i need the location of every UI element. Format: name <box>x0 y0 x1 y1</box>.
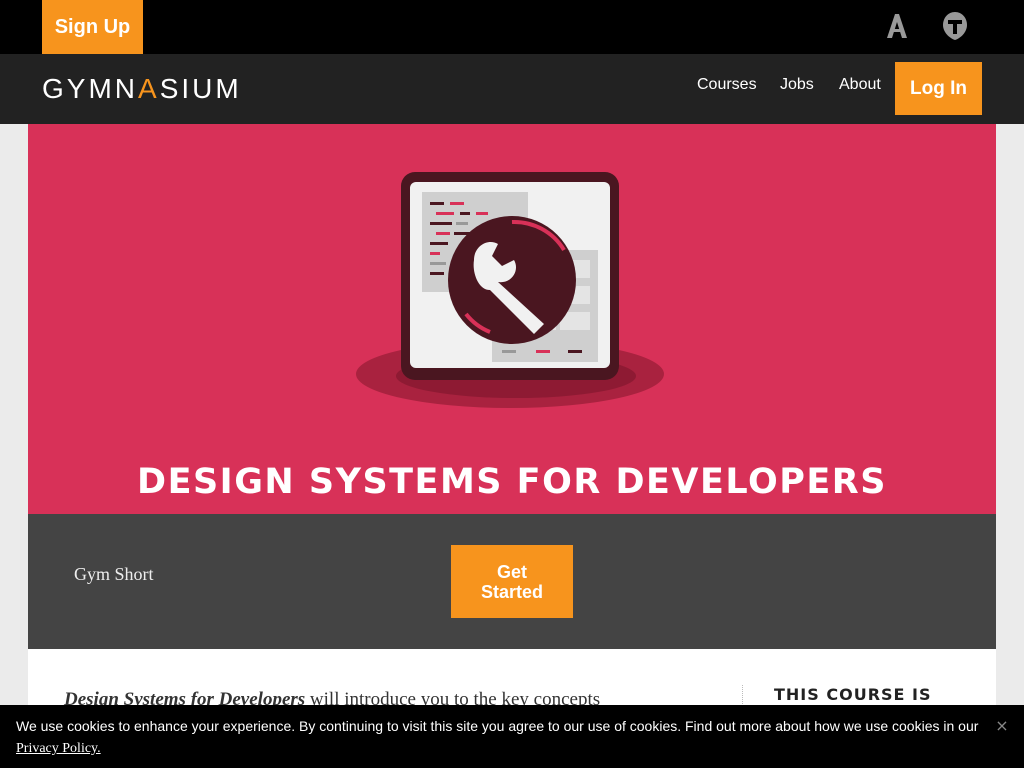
logo-text-end: SIUM <box>159 73 242 104</box>
course-hero: DESIGN SYSTEMS FOR DEVELOPERS <box>28 124 996 514</box>
log-in-button[interactable]: Log In <box>895 62 982 115</box>
course-type-label: Gym Short <box>74 564 154 584</box>
nav-link-courses[interactable]: Courses <box>697 76 757 94</box>
privacy-policy-link[interactable]: Privacy Policy. <box>16 741 101 756</box>
cookie-message-text: We use cookies to enhance your experienc… <box>16 718 979 734</box>
nav-link-about[interactable]: About <box>839 76 881 94</box>
get-started-button[interactable]: Get Started <box>451 545 573 618</box>
aquent-logo-icon[interactable] <box>880 10 912 42</box>
vitamin-t-icon[interactable] <box>940 10 970 42</box>
main-navbar: GYMNASIUM Courses Jobs About Log In <box>0 54 1024 124</box>
course-info-bar: Gym Short Get Started <box>28 514 996 649</box>
logo-text-start: GYMN <box>42 73 138 104</box>
cookie-message: We use cookies to enhance your experienc… <box>16 716 991 759</box>
gymnasium-logo[interactable]: GYMNASIUM <box>42 72 242 106</box>
logo-text-accent: A <box>138 73 160 104</box>
nav-link-jobs[interactable]: Jobs <box>780 76 814 94</box>
cookie-banner: We use cookies to enhance your experienc… <box>0 705 1024 768</box>
wrench-on-browser-window-icon <box>356 172 664 408</box>
course-sidebar-heading: THIS COURSE IS <box>774 685 932 704</box>
close-icon[interactable]: × <box>993 717 1011 735</box>
course-title: DESIGN SYSTEMS FOR DEVELOPERS <box>137 462 887 502</box>
sign-up-button[interactable]: Sign Up <box>42 0 143 54</box>
top-utility-bar: Sign Up <box>0 0 1024 54</box>
